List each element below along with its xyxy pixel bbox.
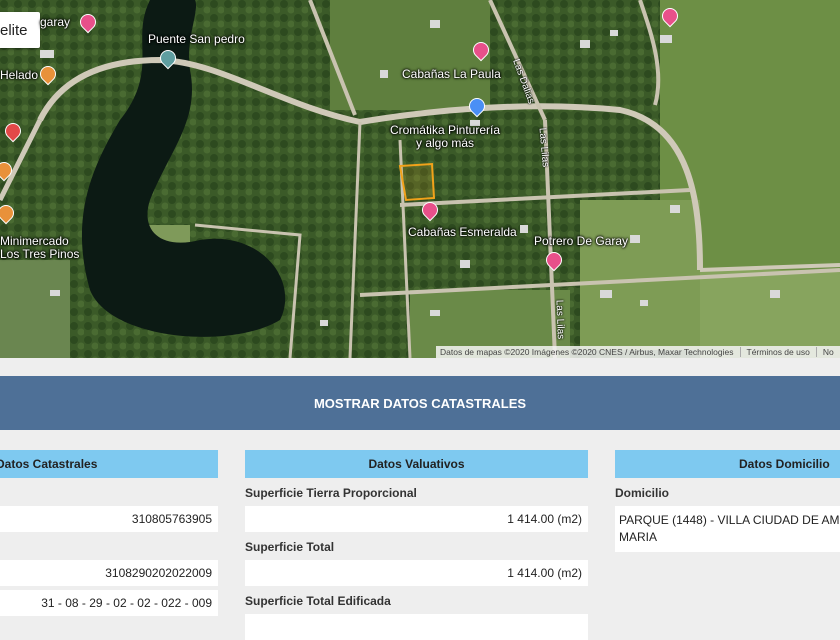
map-attribution: Datos de mapas ©2020 Imágenes ©2020 CNES… [436,346,840,358]
cadastral-title: Datos Catastrales [0,457,98,471]
cadastral-code-value: 3108290202022009 [0,560,218,586]
address-line: MARIA [619,530,658,544]
field-label: Superficie Total Edificada [245,594,391,608]
map-type-button[interactable]: elite [0,12,40,48]
map-type-label: elite [0,21,28,39]
cadastral-data-panel: Datos Catastrales 310805763905 310829020… [0,450,218,616]
land-area-value: 1 414.00 (m2) [245,506,588,532]
field-label: Superficie Total [245,540,335,554]
address-data-panel: Datos Domicilio Domicilio PARQUE (1448) … [615,450,840,552]
poi-potrero-label[interactable]: Potrero De Garay [534,235,628,248]
terms-link[interactable]: Términos de uso [739,347,810,357]
valuation-data-panel: Datos Valuativos Superficie Tierra Propo… [245,450,588,640]
map-data-credit: Datos de mapas ©2020 Imágenes ©2020 CNES… [440,347,734,357]
poi-esmeralda-label[interactable]: Cabañas Esmeralda [408,226,517,239]
field-label: Domicilio [615,486,670,500]
cadastral-number-value: 310805763905 [0,506,218,532]
field-label: Superficie Tierra Proporcional [245,486,417,500]
cadastral-nomenclature-value: 31 - 08 - 29 - 02 - 02 - 022 - 009 [0,590,218,616]
road-label: Las Lilas [553,299,566,340]
poi-garay-label[interactable]: garay [40,16,70,29]
poi-minimercado-label[interactable]: Minimercado Los Tres Pinos [0,235,79,261]
built-area-value [245,614,588,640]
poi-puente-label[interactable]: Puente San pedro [148,33,245,46]
address-title: Datos Domicilio [739,457,830,471]
address-header: Datos Domicilio [615,450,840,478]
poi-helado-label[interactable]: Helado [0,69,38,82]
total-area-value: 1 414.00 (m2) [245,560,588,586]
address-line: PARQUE (1448) - VILLA CIUDAD DE AMERICA [619,513,840,527]
selected-parcel-outline [398,162,436,202]
valuation-header: Datos Valuativos [245,450,588,478]
address-value: PARQUE (1448) - VILLA CIUDAD DE AMERICA … [615,506,840,552]
poi-paula-label[interactable]: Cabañas La Paula [402,68,501,81]
field-label [0,540,218,554]
report-error-link[interactable]: No [815,347,834,357]
valuation-title: Datos Valuativos [368,457,465,471]
poi-cromatika-label[interactable]: Cromátika Pinturería y algo más [385,124,505,150]
show-cadastral-data-label: MOSTRAR DATOS CATASTRALES [313,395,527,411]
cadastral-header: Datos Catastrales [0,450,218,478]
show-cadastral-data-button[interactable]: MOSTRAR DATOS CATASTRALES [0,376,840,430]
satellite-map[interactable]: elite garay Puente San pedro Helado Caba… [0,0,840,358]
map-imagery [0,0,840,358]
field-label [0,486,218,500]
